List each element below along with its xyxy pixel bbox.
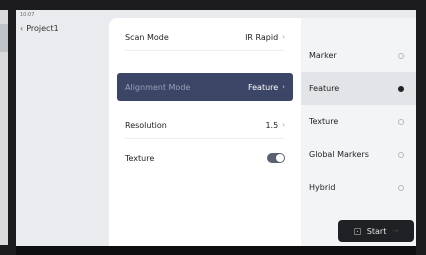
radio-icon xyxy=(398,118,404,125)
option-hybrid[interactable]: Hybrid xyxy=(301,171,416,204)
row-label: Resolution xyxy=(125,120,167,130)
texture-row: Texture xyxy=(117,144,293,172)
chevron-left-icon: ‹ xyxy=(20,24,24,33)
option-global-markers[interactable]: Global Markers xyxy=(301,138,416,171)
row-label: Scan Mode xyxy=(125,32,169,42)
back-label: Project1 xyxy=(26,24,59,33)
start-label: Start xyxy=(366,226,387,236)
row-value: 1.5 xyxy=(265,120,279,130)
back-to-project-link[interactable]: ‹ Project1 xyxy=(20,24,59,33)
option-marker[interactable]: Marker xyxy=(301,39,416,72)
scan-mode-row[interactable]: Scan Mode IR Rapid › xyxy=(117,23,293,51)
texture-toggle[interactable] xyxy=(267,153,285,163)
radio-icon xyxy=(398,151,404,158)
alignment-options-list: Marker Feature Texture Global Markers Hy… xyxy=(301,18,416,246)
status-time: 10:07 xyxy=(20,12,35,18)
row-value: Feature xyxy=(247,82,279,92)
scan-icon xyxy=(353,227,361,235)
option-label: Texture xyxy=(309,117,339,126)
radio-icon xyxy=(398,184,404,191)
row-value: IR Rapid xyxy=(245,32,279,42)
option-label: Marker xyxy=(309,51,337,60)
chevron-right-icon: › xyxy=(282,121,285,129)
chevron-right-icon: › xyxy=(282,33,285,41)
start-button[interactable]: Start → xyxy=(338,220,414,242)
radio-icon xyxy=(398,52,404,59)
app-screen: 10:07 ‹ Project1 Scan Mode IR Rapid › Alig… xyxy=(16,10,416,246)
alignment-mode-row[interactable]: Alignment Mode Feature › xyxy=(117,73,293,101)
option-texture[interactable]: Texture xyxy=(301,105,416,138)
chevron-right-icon: › xyxy=(282,83,285,91)
scan-settings-card: Scan Mode IR Rapid › Alignment Mode Featu… xyxy=(109,18,301,246)
toggle-knob xyxy=(276,154,284,162)
option-label: Global Markers xyxy=(309,150,369,159)
bottom-bar xyxy=(16,246,416,255)
resolution-row[interactable]: Resolution 1.5 › xyxy=(117,111,293,139)
row-label: Alignment Mode xyxy=(125,82,191,92)
previous-screen-edge xyxy=(0,10,8,245)
option-label: Hybrid xyxy=(309,183,336,192)
row-label: Texture xyxy=(125,153,155,163)
radio-selected-icon xyxy=(398,85,404,92)
option-label: Feature xyxy=(309,84,340,93)
arrow-icon: → xyxy=(392,227,399,235)
option-feature[interactable]: Feature xyxy=(301,72,416,105)
